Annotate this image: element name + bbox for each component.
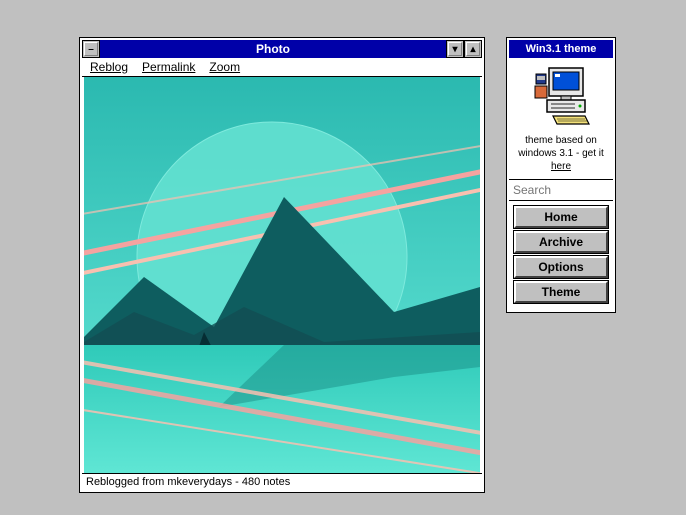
- menu-zoom[interactable]: Zoom: [209, 60, 240, 74]
- photo-statusbar: Reblogged from mkeverydays - 480 notes: [82, 473, 482, 490]
- photo-content: [82, 77, 482, 473]
- sidebar-title: Win3.1 theme: [509, 43, 613, 55]
- theme-tagline: theme based on windows 3.1 - get it here: [509, 132, 613, 180]
- maximize-button[interactable]: ▴: [464, 40, 482, 58]
- search-input[interactable]: [509, 180, 613, 200]
- get-theme-link[interactable]: here: [551, 161, 571, 172]
- menu-reblog[interactable]: Reblog: [90, 60, 128, 74]
- photo-window-menubar: Reblog Permalink Zoom: [82, 58, 482, 77]
- nav-archive[interactable]: Archive: [514, 231, 608, 253]
- sysmenu-icon[interactable]: –: [82, 40, 100, 58]
- nav-home[interactable]: Home: [514, 206, 608, 228]
- photo-window-title: Photo: [100, 42, 446, 56]
- menu-permalink[interactable]: Permalink: [142, 60, 195, 74]
- minimize-button[interactable]: ▾: [446, 40, 464, 58]
- post-image: [84, 77, 480, 473]
- sidebar-titlebar[interactable]: Win3.1 theme: [509, 40, 613, 58]
- computer-icon: [509, 58, 613, 132]
- nav-theme[interactable]: Theme: [514, 281, 608, 303]
- search-wrap: [509, 180, 613, 201]
- nav-options[interactable]: Options: [514, 256, 608, 278]
- photo-window-titlebar[interactable]: – Photo ▾ ▴: [82, 40, 482, 58]
